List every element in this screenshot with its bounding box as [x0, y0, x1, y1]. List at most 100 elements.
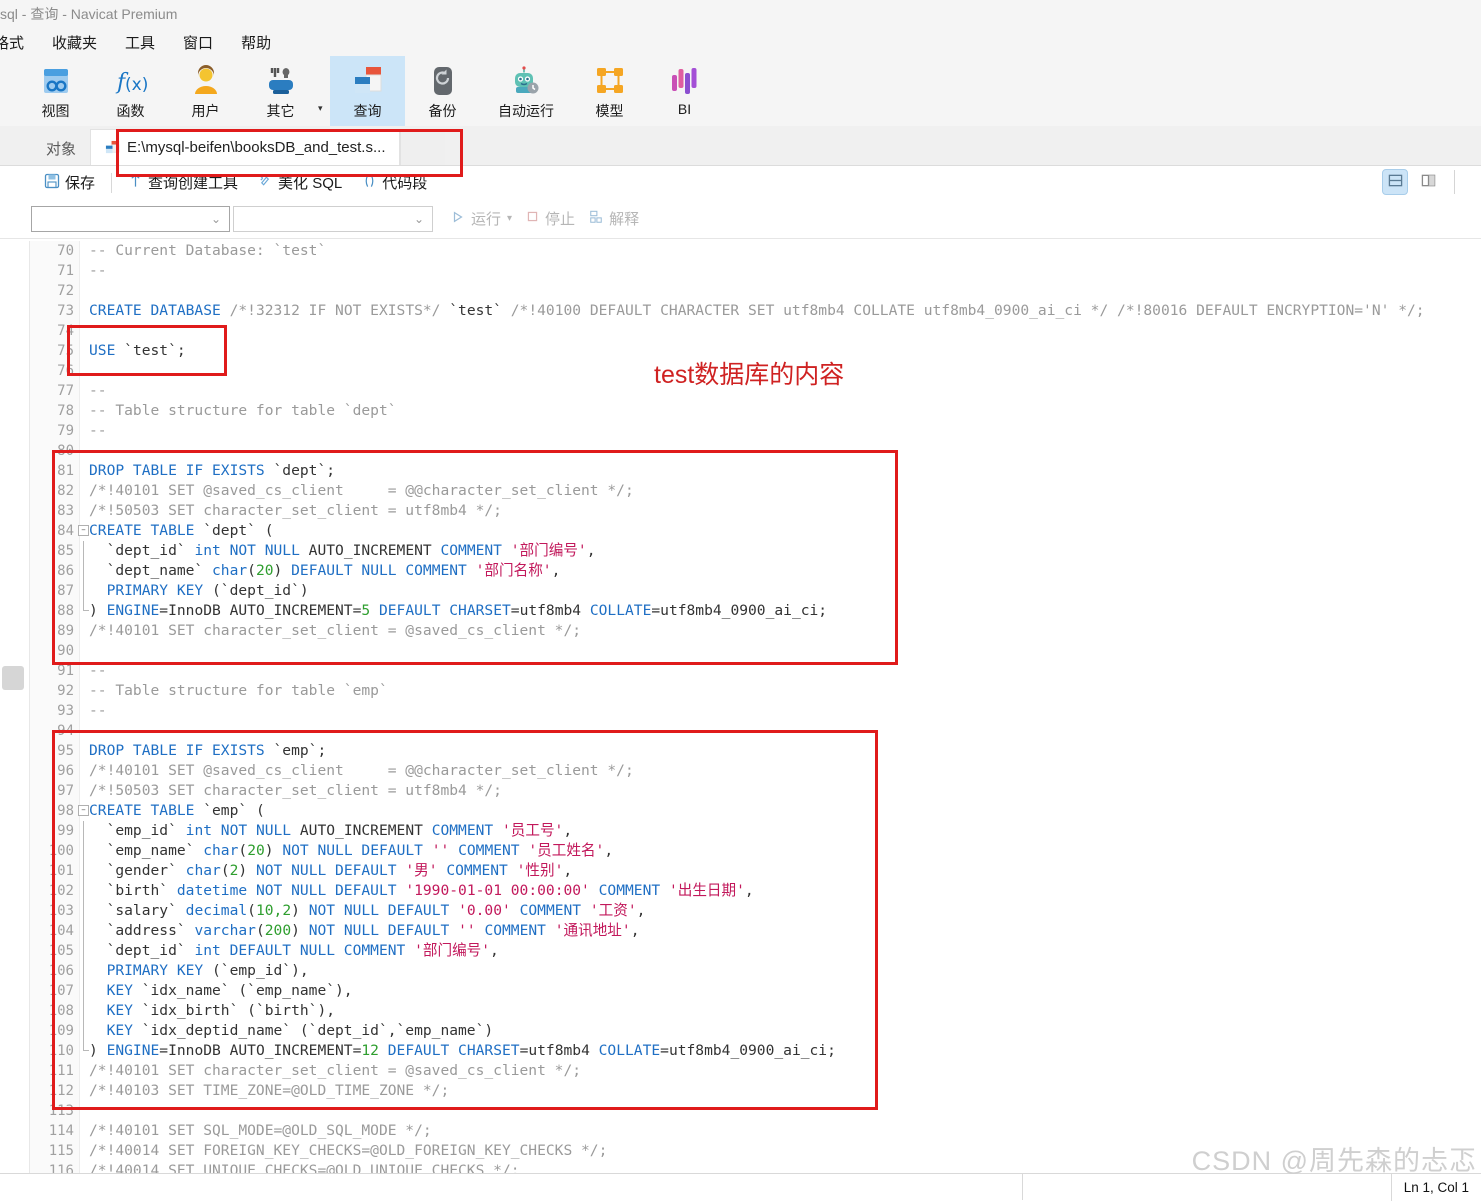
toolbar-button-query[interactable]: 查询 — [330, 56, 405, 126]
run-button[interactable]: 运行 ▾ — [451, 208, 512, 229]
code-line[interactable]: 99 `emp_id` int NOT NULL AUTO_INCREMENT … — [0, 821, 1481, 841]
code-line[interactable]: 74 — [0, 321, 1481, 341]
code-line[interactable]: 91 -- — [0, 661, 1481, 681]
split-horizontal-button[interactable] — [1382, 169, 1408, 195]
toolbar-button-other[interactable]: 其它 — [243, 56, 318, 126]
beautify-sql-button[interactable]: 美化 SQL — [248, 172, 352, 193]
stop-button[interactable]: 停止 — [526, 208, 575, 229]
code-line-text: CREATE TABLE `emp` ( — [89, 802, 265, 819]
toolbar-overflow-caret[interactable]: ▾ — [318, 103, 330, 113]
code-line-text: /*!40101 SET SQL_MODE=@OLD_SQL_MODE */; — [89, 1122, 432, 1139]
fold-guide — [83, 561, 84, 581]
toolbar-button-user[interactable]: 用户 — [168, 56, 243, 126]
toolbar-button-backup[interactable]: 备份 — [405, 56, 480, 126]
code-line[interactable]: 96 /*!40101 SET @saved_cs_client = @@char… — [0, 761, 1481, 781]
code-line[interactable]: 104 `address` varchar(200) NOT NULL DEFA… — [0, 921, 1481, 941]
line-number: 116 — [48, 1163, 74, 1173]
code-line[interactable]: 87 PRIMARY KEY (`dept_id`) — [0, 581, 1481, 601]
line-number: 107 — [48, 983, 74, 999]
connection-select[interactable]: ⌄ — [31, 205, 230, 232]
code-line[interactable]: 82 /*!40101 SET @saved_cs_client = @@char… — [0, 481, 1481, 501]
user-icon — [189, 62, 223, 100]
toolbar-button-function[interactable]: f (x) 函数 — [93, 56, 168, 126]
fold-toggle-icon[interactable]: – — [78, 805, 89, 816]
code-line[interactable]: 70 -- Current Database: `test` — [0, 241, 1481, 261]
database-select[interactable]: ⌄ — [233, 205, 433, 232]
line-number: 74 — [57, 323, 74, 339]
toolbar-button-bi[interactable]: BI — [647, 56, 722, 126]
code-line[interactable]: 71 -- — [0, 261, 1481, 281]
code-line[interactable]: 80 — [0, 441, 1481, 461]
code-snippet-button[interactable]: 代码段 — [352, 172, 437, 193]
run-caret-icon[interactable]: ▾ — [507, 213, 512, 224]
code-line-text: KEY `idx_birth` (`birth`), — [89, 1002, 336, 1019]
code-line[interactable]: 83 /*!50503 SET character_set_client = ut… — [0, 501, 1481, 521]
tab-sql-file[interactable]: E:\mysql-beifen\booksDB_and_test.s... — [90, 129, 401, 165]
function-icon: f (x) — [114, 62, 148, 100]
line-number: 108 — [48, 1003, 74, 1019]
code-line[interactable]: 98– CREATE TABLE `emp` ( — [0, 801, 1481, 821]
code-line[interactable]: 105 `dept_id` int DEFAULT NULL COMMENT '… — [0, 941, 1481, 961]
svg-text:(x): (x) — [125, 75, 148, 95]
save-button[interactable]: 保存 — [34, 172, 105, 193]
explain-button[interactable]: 解释 — [589, 208, 639, 229]
code-line[interactable]: 108 KEY `idx_birth` (`birth`), — [0, 1001, 1481, 1021]
code-line[interactable]: 103 `salary` decimal(10,2) NOT NULL DEFA… — [0, 901, 1481, 921]
toolbar-label-automation: 自动运行 — [498, 103, 554, 119]
code-line[interactable]: 107 KEY `idx_name` (`emp_name`), — [0, 981, 1481, 1001]
tab-objects[interactable]: 对象 — [32, 131, 90, 165]
run-label: 运行 — [471, 211, 502, 228]
toolbar-button-model[interactable]: 模型 — [572, 56, 647, 126]
watermark: CSDN @周先森的忐忑 — [1191, 1146, 1477, 1176]
code-line-text: ) ENGINE=InnoDB AUTO_INCREMENT=5 DEFAULT… — [89, 602, 828, 619]
menu-item-format[interactable]: 格式 — [0, 29, 38, 56]
code-line[interactable]: 111 /*!40101 SET character_set_client = @… — [0, 1061, 1481, 1081]
split-horizontal-icon — [1388, 173, 1403, 192]
tab-sql-file-label: E:\mysql-beifen\booksDB_and_test.s... — [127, 139, 386, 156]
query-builder-button[interactable]: 查询创建工具 — [118, 172, 248, 193]
status-bar-divider — [1022, 1174, 1023, 1200]
line-number: 93 — [57, 703, 74, 719]
code-line[interactable]: 88) ENGINE=InnoDB AUTO_INCREMENT=5 DEFAU… — [0, 601, 1481, 621]
code-line[interactable]: 112 /*!40103 SET TIME_ZONE=@OLD_TIME_ZONE… — [0, 1081, 1481, 1101]
code-line[interactable]: 84– CREATE TABLE `dept` ( — [0, 521, 1481, 541]
code-line[interactable]: 102 `birth` datetime NOT NULL DEFAULT '1… — [0, 881, 1481, 901]
code-line-text: -- — [89, 702, 107, 719]
line-number: 110 — [48, 1043, 74, 1059]
code-line[interactable]: 100 `emp_name` char(20) NOT NULL DEFAULT… — [0, 841, 1481, 861]
toolbar-label-view: 视图 — [41, 103, 70, 119]
toolbar-button-view[interactable]: 视图 — [18, 56, 93, 126]
code-line[interactable]: 114 /*!40101 SET SQL_MODE=@OLD_SQL_MODE *… — [0, 1121, 1481, 1141]
fold-toggle-icon[interactable]: – — [78, 525, 89, 536]
code-line[interactable]: 113 — [0, 1101, 1481, 1121]
menu-item-window[interactable]: 窗口 — [169, 29, 227, 56]
split-vertical-button[interactable] — [1415, 169, 1441, 195]
code-line[interactable]: 97 /*!50503 SET character_set_client = ut… — [0, 781, 1481, 801]
menu-item-tools[interactable]: 工具 — [111, 29, 169, 56]
menu-item-favorites[interactable]: 收藏夹 — [38, 29, 111, 56]
toolbar-button-automation[interactable]: 自动运行 — [480, 56, 572, 126]
line-number: 86 — [57, 563, 74, 579]
code-line[interactable]: 79 -- — [0, 421, 1481, 441]
code-line[interactable]: 109 KEY `idx_deptid_name` (`dept_id`,`em… — [0, 1021, 1481, 1041]
line-number: 89 — [57, 623, 74, 639]
code-line[interactable]: 101 `gender` char(2) NOT NULL DEFAULT '男… — [0, 861, 1481, 881]
code-line[interactable]: 86 `dept_name` char(20) DEFAULT NULL COM… — [0, 561, 1481, 581]
code-line[interactable]: 78 -- Table structure for table `dept` — [0, 401, 1481, 421]
code-line[interactable]: 73 CREATE DATABASE /*!32312 IF NOT EXISTS… — [0, 301, 1481, 321]
code-line[interactable]: 106 PRIMARY KEY (`emp_id`), — [0, 961, 1481, 981]
code-line[interactable]: 92 -- Table structure for table `emp` — [0, 681, 1481, 701]
code-line[interactable]: 94 — [0, 721, 1481, 741]
vertical-scrollbar-thumb[interactable] — [2, 666, 24, 690]
code-line[interactable]: 95 DROP TABLE IF EXISTS `emp`; — [0, 741, 1481, 761]
code-line[interactable]: 93 -- — [0, 701, 1481, 721]
code-line[interactable]: 72 — [0, 281, 1481, 301]
code-line-text: CREATE DATABASE /*!32312 IF NOT EXISTS*/… — [89, 302, 1425, 319]
code-line[interactable]: 85 `dept_id` int NOT NULL AUTO_INCREMENT… — [0, 541, 1481, 561]
code-line[interactable]: 110) ENGINE=InnoDB AUTO_INCREMENT=12 DEF… — [0, 1041, 1481, 1061]
code-line[interactable]: 89 /*!40101 SET character_set_client = @s… — [0, 621, 1481, 641]
code-line-text: /*!50503 SET character_set_client = utf8… — [89, 782, 502, 799]
code-line[interactable]: 81 DROP TABLE IF EXISTS `dept`; — [0, 461, 1481, 481]
menu-item-help[interactable]: 帮助 — [227, 29, 285, 56]
code-line[interactable]: 90 — [0, 641, 1481, 661]
